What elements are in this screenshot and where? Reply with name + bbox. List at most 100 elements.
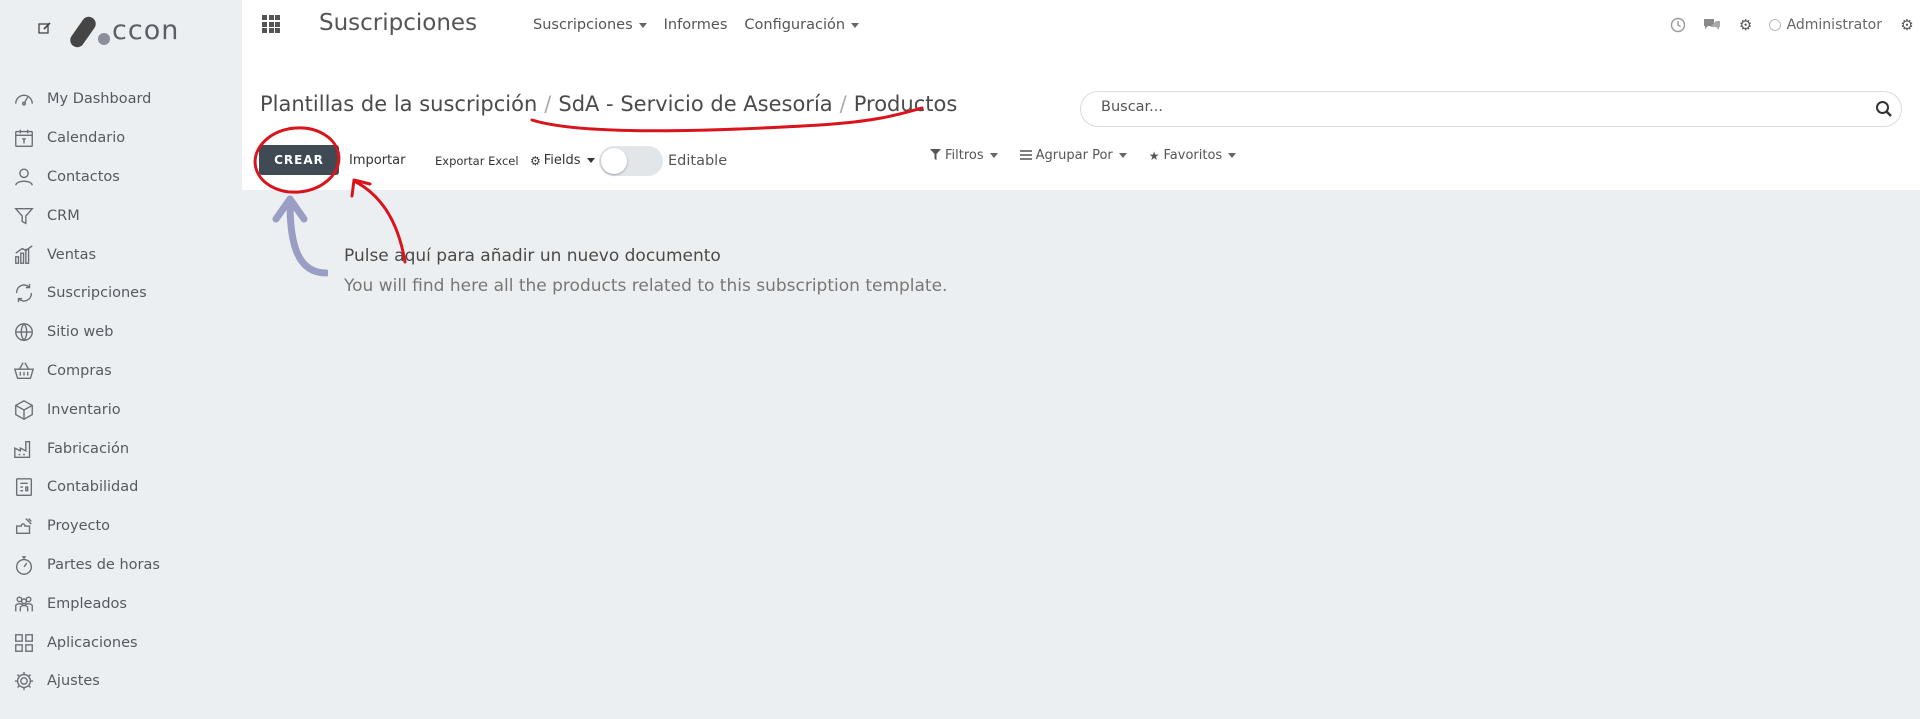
edit-icon[interactable]	[38, 21, 52, 35]
settings-gear-icon[interactable]: ⚙	[1737, 16, 1755, 34]
apps-menu-icon[interactable]	[262, 15, 280, 33]
sidebar-item-dashboard[interactable]: My Dashboard	[12, 80, 160, 119]
sidebar-item-label: Sitio web	[47, 324, 114, 341]
star-icon: ★	[1148, 148, 1160, 163]
help-title: Pulse aquí para añadir un nuevo document…	[344, 246, 721, 266]
menu-label: Informes	[663, 17, 728, 33]
export-excel-button[interactable]: Exportar Excel	[435, 154, 519, 168]
caret-down-icon	[638, 22, 647, 28]
stopwatch-icon	[12, 553, 36, 577]
caret-down-icon	[586, 158, 595, 163]
search-box	[1080, 91, 1902, 127]
sidebar-item-label: Ventas	[47, 246, 97, 263]
menu-informes[interactable]: Informes	[664, 17, 728, 33]
user-icon	[12, 165, 36, 189]
sidebar-item-label: Suscripciones	[47, 285, 147, 302]
globe-icon	[12, 320, 36, 344]
menu-label: Configuración	[744, 17, 846, 33]
bar-chart-icon	[12, 243, 36, 267]
control-panel: Plantillas de la suscripción / SdA - Ser…	[242, 52, 1920, 190]
sidebar-item-sales[interactable]: Ventas	[12, 235, 160, 274]
puzzle-icon	[12, 514, 36, 538]
filters-dropdown[interactable]: Filtros	[930, 148, 998, 163]
sidebar-item-manufacturing[interactable]: Fabricación	[12, 429, 160, 468]
menu-configuracion[interactable]: Configuración	[744, 17, 860, 33]
top-menu: Suscripciones Informes Configuración	[533, 17, 876, 33]
sidebar-item-employees[interactable]: Empleados	[12, 584, 160, 623]
search-options: Filtros Agrupar Por ★ Favoritos	[930, 148, 1258, 163]
create-button[interactable]: CREAR	[259, 145, 339, 175]
editable-toggle[interactable]	[599, 146, 663, 176]
logo-row: ccon	[38, 8, 180, 50]
sidebar-item-website[interactable]: Sitio web	[12, 313, 160, 352]
sidebar-item-label: Partes de horas	[47, 556, 160, 573]
sidebar-item-label: Fabricación	[47, 440, 130, 457]
favorites-dropdown[interactable]: ★ Favoritos	[1148, 148, 1237, 163]
sidebar-item-project[interactable]: Proyecto	[12, 507, 160, 546]
breadcrumb-item-templates[interactable]: Plantillas de la suscripción	[260, 92, 537, 116]
breadcrumb-separator: /	[544, 92, 552, 116]
sidebar-item-calendar[interactable]: Calendario	[12, 119, 160, 158]
sidebar-item-label: Calendario	[47, 130, 126, 147]
logo-mark-icon	[67, 11, 112, 50]
ledger-icon	[12, 475, 36, 499]
filters-label: Filtros	[945, 148, 984, 163]
funnel-icon	[12, 204, 36, 228]
box-icon	[12, 398, 36, 422]
sidebar-item-timesheets[interactable]: Partes de horas	[12, 546, 160, 585]
topbar: Suscripciones Suscripciones Informes Con…	[242, 0, 1920, 52]
sidebar-item-label: Compras	[47, 362, 112, 379]
logo-text: ccon	[112, 14, 180, 46]
employees-icon	[12, 592, 36, 616]
fields-label: Fields	[543, 153, 581, 168]
favorites-label: Favoritos	[1163, 148, 1223, 163]
caret-down-icon	[851, 22, 860, 28]
user-menu[interactable]: Administrator	[1768, 17, 1882, 33]
import-button[interactable]: Importar	[349, 153, 405, 168]
gear-icon: ⚙	[530, 153, 541, 168]
dashboard-icon	[12, 87, 36, 111]
sidebar-item-subscriptions[interactable]: Suscripciones	[12, 274, 160, 313]
debug-gear-icon[interactable]: ⚙	[1898, 16, 1916, 34]
fields-dropdown[interactable]: ⚙ Fields	[530, 153, 595, 168]
factory-icon	[12, 437, 36, 461]
gear-icon	[12, 669, 36, 693]
breadcrumb-item-current: Productos	[853, 92, 958, 116]
sidebar-item-label: Inventario	[47, 401, 121, 418]
chat-icon[interactable]	[1703, 16, 1721, 34]
sidebar: ccon My Dashboard Calendario Contactos C…	[0, 0, 242, 719]
sidebar-item-label: Ajustes	[47, 673, 100, 690]
breadcrumb-item-template[interactable]: SdA - Servicio de Asesoría	[558, 92, 832, 116]
sidebar-item-label: Empleados	[47, 595, 127, 612]
group-by-dropdown[interactable]: Agrupar Por	[1019, 148, 1127, 163]
editable-label: Editable	[668, 153, 728, 169]
sidebar-item-accounting[interactable]: Contabilidad	[12, 468, 160, 507]
systray: ⚙ Administrator ⚙	[1653, 12, 1920, 38]
sidebar-item-label: CRM	[47, 207, 80, 224]
caret-down-icon	[1228, 153, 1237, 158]
app-title: Suscripciones	[319, 10, 478, 36]
help-text: You will find here all the products rela…	[344, 276, 948, 296]
sidebar-item-purchases[interactable]: Compras	[12, 352, 160, 391]
sidebar-item-label: Proyecto	[47, 518, 111, 535]
caret-down-icon	[989, 153, 998, 158]
menu-suscripciones[interactable]: Suscripciones	[533, 17, 647, 33]
menu-label: Suscripciones	[533, 17, 633, 33]
sidebar-item-label: Contabilidad	[47, 479, 139, 496]
breadcrumb-separator: /	[839, 92, 847, 116]
search-input[interactable]	[1101, 99, 1841, 115]
caret-down-icon	[1118, 153, 1127, 158]
toggle-knob	[601, 148, 627, 174]
sidebar-item-contacts[interactable]: Contactos	[12, 158, 160, 197]
sidebar-item-label: My Dashboard	[47, 91, 152, 108]
filter-icon	[930, 148, 941, 163]
search-icon[interactable]	[1875, 100, 1893, 118]
sidebar-item-settings[interactable]: Ajustes	[12, 662, 160, 701]
basket-icon	[12, 359, 36, 383]
user-name: Administrator	[1786, 17, 1882, 33]
sidebar-item-inventory[interactable]: Inventario	[12, 390, 160, 429]
sidebar-item-apps[interactable]: Aplicaciones	[12, 623, 160, 662]
company-logo: ccon	[67, 11, 180, 50]
sidebar-item-crm[interactable]: CRM	[12, 196, 160, 235]
clock-icon[interactable]	[1669, 16, 1687, 34]
